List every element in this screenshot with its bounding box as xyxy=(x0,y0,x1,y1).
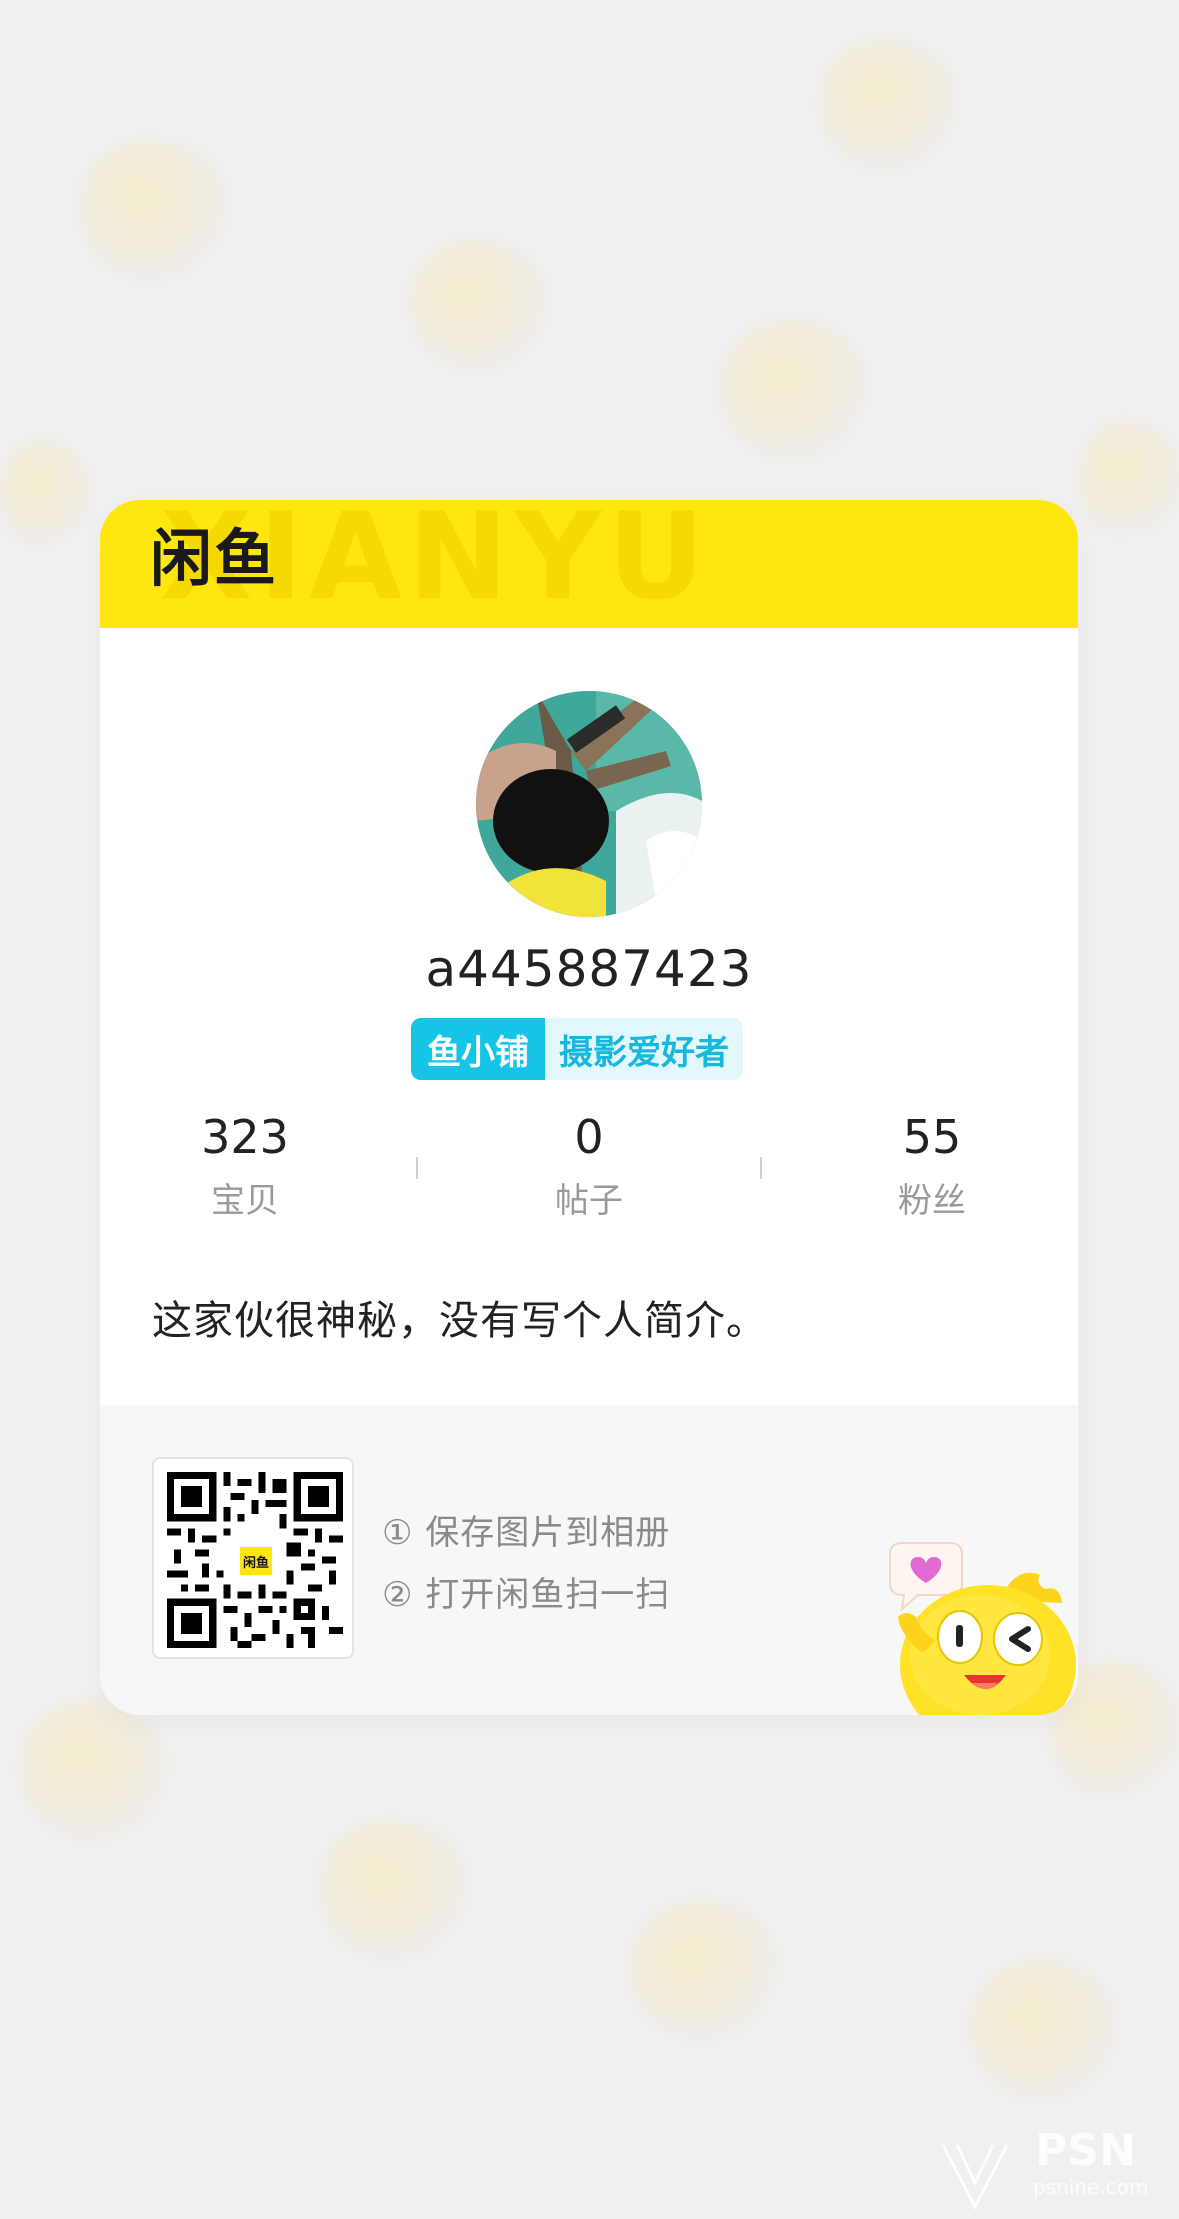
background-mascot xyxy=(720,320,870,460)
stat-fans-label: 粉丝 xyxy=(898,1180,966,1221)
stat-divider xyxy=(760,1157,762,1179)
stat-divider xyxy=(416,1157,418,1179)
xianyu-logo: 闲鱼 xyxy=(150,522,279,595)
background-mascot xyxy=(80,140,230,280)
stat-posts[interactable]: 0 帖子 xyxy=(489,1112,689,1222)
background-mascot xyxy=(970,1960,1120,2100)
watermark-sub: psnine.com xyxy=(1033,2175,1149,2199)
background-mascot xyxy=(1080,420,1179,540)
bio-text: 这家伙很神秘，没有写个人简介。 xyxy=(152,1298,767,1344)
shop-badge-label: 鱼小铺 xyxy=(411,1018,545,1080)
stat-posts-label: 帖子 xyxy=(555,1180,623,1221)
stat-fans[interactable]: 55 粉丝 xyxy=(832,1112,1032,1222)
profile-share-card: XIANYU 闲鱼 a445887423 鱼小铺 摄影爱好者 323 宝贝 0 … xyxy=(100,500,1078,1715)
stat-fans-count: 55 xyxy=(902,1110,962,1164)
instruction-step-1: ① 保存图片到相册 xyxy=(382,1513,671,1553)
stat-posts-count: 0 xyxy=(574,1110,604,1164)
stat-items[interactable]: 323 宝贝 xyxy=(145,1112,345,1222)
qr-footer: 闲鱼 ① 保存图片到相册 ② 打开闲鱼扫一扫 xyxy=(100,1405,1078,1715)
background-mascot xyxy=(320,1820,470,1960)
background-mascot xyxy=(630,1900,780,2040)
instruction-step-2: ② 打开闲鱼扫一扫 xyxy=(382,1575,671,1615)
card-header: XIANYU 闲鱼 xyxy=(100,500,1078,628)
fish-mascot-icon xyxy=(790,1485,1078,1715)
qr-code[interactable]: 闲鱼 xyxy=(152,1457,354,1659)
background-mascot xyxy=(20,1700,170,1840)
shop-badge[interactable]: 鱼小铺 摄影爱好者 xyxy=(411,1018,743,1080)
background-mascot xyxy=(820,40,960,170)
avatar-photo xyxy=(476,691,702,917)
interest-tag: 摄影爱好者 xyxy=(545,1018,743,1080)
avatar[interactable] xyxy=(476,691,702,917)
watermark-brand: PSN xyxy=(1035,2125,1136,2176)
background-mascot xyxy=(410,240,550,370)
username: a445887423 xyxy=(425,940,753,998)
stat-items-label: 宝贝 xyxy=(211,1180,279,1221)
stat-items-count: 323 xyxy=(201,1110,289,1164)
background-mascot xyxy=(0,440,90,550)
qr-center-logo: 闲鱼 xyxy=(238,1545,274,1577)
psn-logo-icon xyxy=(941,2144,1009,2211)
